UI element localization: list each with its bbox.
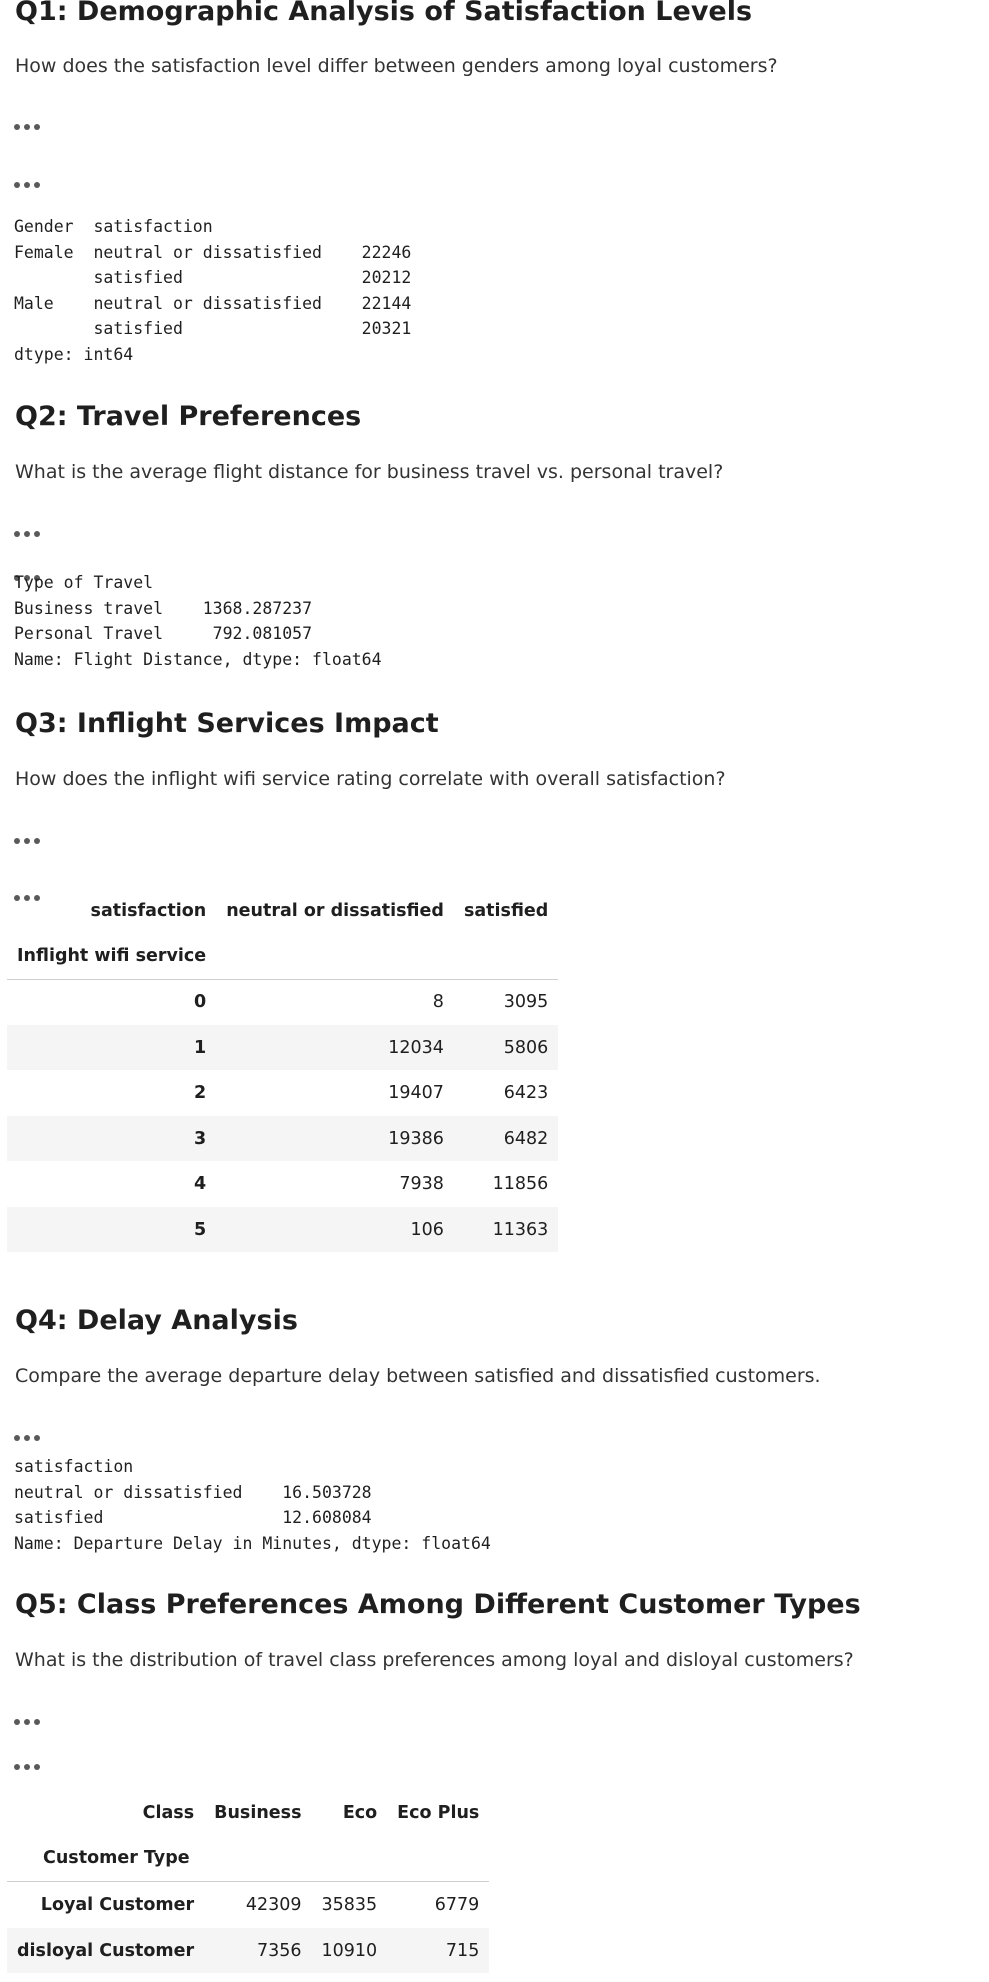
table-row: 0 8 3095 bbox=[7, 979, 558, 1025]
cell: 5806 bbox=[503, 1037, 549, 1058]
cell: 8 bbox=[432, 992, 444, 1013]
cell: 35835 bbox=[321, 1894, 378, 1915]
collapsed-cell-ellipsis-icon[interactable] bbox=[14, 175, 54, 188]
collapsed-cell-ellipsis-icon[interactable] bbox=[14, 1428, 54, 1441]
table-row: 2 19407 6423 bbox=[7, 1070, 558, 1116]
collapsed-cell-ellipsis-icon[interactable] bbox=[14, 831, 54, 844]
table-row: 3 19386 6482 bbox=[7, 1116, 559, 1161]
index-name-label: Customer Type bbox=[7, 1836, 205, 1882]
column-axis-label: satisfaction bbox=[90, 901, 207, 921]
q3-dataframe: satisfaction neutral or dissatisfied sat… bbox=[7, 888, 559, 1252]
cell: 7938 bbox=[399, 1174, 444, 1194]
q3-title: Q3: Inflight Services Impact bbox=[15, 708, 439, 739]
q4-title: Q4: Delay Analysis bbox=[15, 1305, 298, 1336]
cell: 19386 bbox=[388, 1128, 444, 1149]
q4-description: Compare the average departure delay betw… bbox=[15, 1365, 821, 1387]
cell: 7356 bbox=[256, 1940, 302, 1961]
cell: 3095 bbox=[503, 992, 549, 1013]
row-index: 0 bbox=[194, 992, 207, 1013]
q5-title: Q5: Class Preferences Among Different Cu… bbox=[15, 1589, 861, 1620]
q3-description: How does the inflight wifi service ratin… bbox=[15, 768, 726, 790]
row-index: Loyal Customer bbox=[40, 1894, 195, 1915]
column-header: Eco bbox=[342, 1803, 378, 1823]
collapsed-cell-ellipsis-icon[interactable] bbox=[14, 117, 54, 130]
column-header: Business bbox=[214, 1803, 302, 1823]
column-header: Eco Plus bbox=[397, 1803, 480, 1823]
row-index: 4 bbox=[194, 1174, 207, 1194]
collapsed-cell-ellipsis-icon[interactable] bbox=[14, 1757, 54, 1770]
q2-output: Type of Travel Business travel 1368.2872… bbox=[14, 573, 382, 669]
cell: 12034 bbox=[388, 1037, 444, 1058]
q5-dataframe: Class Business Eco Eco Plus Customer Typ… bbox=[7, 1790, 490, 1973]
table-row: 1 12034 5806 bbox=[7, 1025, 559, 1070]
collapsed-cell-ellipsis-icon[interactable] bbox=[14, 524, 54, 537]
q4-output: satisfaction neutral or dissatisfied 16.… bbox=[14, 1457, 491, 1553]
cell: 106 bbox=[410, 1219, 444, 1240]
row-index: 5 bbox=[194, 1219, 207, 1240]
table-row: 5 106 11363 bbox=[7, 1207, 559, 1252]
q2-description: What is the average flight distance for … bbox=[15, 461, 724, 483]
cell: 19407 bbox=[388, 1083, 444, 1103]
index-name-label: Inflight wifi service bbox=[7, 934, 217, 980]
q1-description: How does the satisfaction level differ b… bbox=[15, 55, 778, 77]
row-index: 3 bbox=[194, 1128, 207, 1149]
cell: 11856 bbox=[492, 1174, 549, 1194]
column-header: satisfied bbox=[463, 901, 549, 921]
table-row: disloyal Customer 7356 10910 715 bbox=[7, 1928, 490, 1973]
column-header: neutral or dissatisfied bbox=[226, 901, 444, 921]
q1-output: Gender satisfaction Female neutral or di… bbox=[14, 217, 412, 364]
table-row: 4 7938 11856 bbox=[7, 1161, 558, 1207]
q2-title: Q2: Travel Preferences bbox=[15, 401, 362, 432]
cell: 6779 bbox=[434, 1894, 480, 1915]
row-index: 2 bbox=[194, 1083, 207, 1103]
collapsed-cell-ellipsis-icon[interactable] bbox=[14, 1712, 54, 1725]
cell: 42309 bbox=[245, 1894, 302, 1915]
column-axis-label: Class bbox=[142, 1803, 195, 1823]
table-row: Loyal Customer 42309 35835 6779 bbox=[7, 1881, 489, 1928]
cell: 11363 bbox=[492, 1219, 549, 1240]
cell: 10910 bbox=[321, 1940, 378, 1961]
row-index: disloyal Customer bbox=[17, 1940, 195, 1961]
q5-description: What is the distribution of travel class… bbox=[15, 1649, 854, 1671]
q1-title: Q1: Demographic Analysis of Satisfaction… bbox=[15, 0, 753, 27]
cell: 715 bbox=[445, 1940, 480, 1961]
cell: 6482 bbox=[503, 1128, 549, 1149]
cell: 6423 bbox=[503, 1083, 549, 1103]
row-index: 1 bbox=[194, 1037, 207, 1058]
